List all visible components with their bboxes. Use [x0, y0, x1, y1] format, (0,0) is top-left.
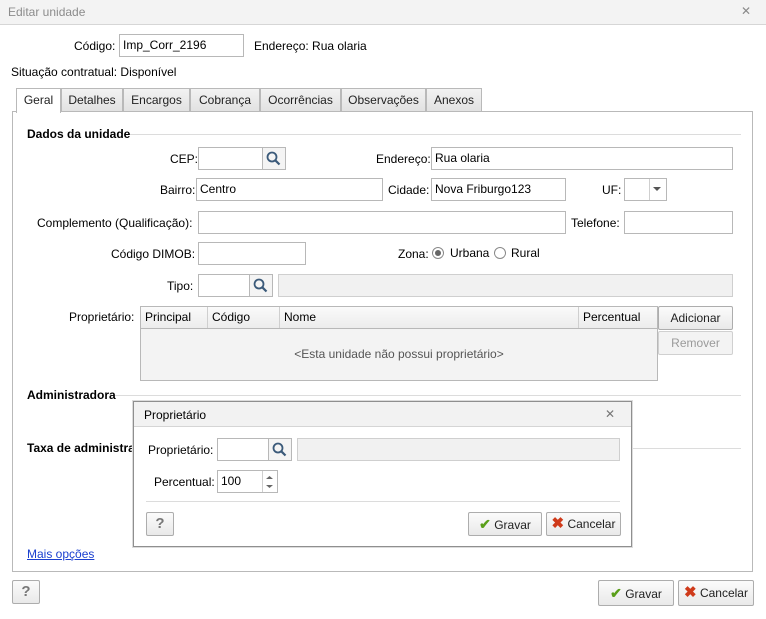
stepper-down-icon[interactable] — [265, 484, 274, 489]
help-icon: ? — [21, 583, 31, 600]
close-icon[interactable]: ✕ — [605, 407, 615, 421]
cep-search-button[interactable] — [262, 147, 286, 170]
tipo-input[interactable] — [198, 274, 250, 297]
cancelar-button[interactable]: ✖ Cancelar — [678, 580, 754, 606]
stepper-up-icon[interactable] — [265, 475, 274, 480]
window-title-bar: Editar unidade ✕ — [0, 0, 766, 25]
section-divider — [130, 134, 741, 135]
dados-section-title: Dados da unidade — [27, 127, 131, 141]
stepper-divider — [262, 471, 263, 492]
dialog-proprietario-description — [297, 438, 620, 461]
dialog-divider — [146, 501, 620, 502]
percentual-value: 100 — [221, 474, 242, 488]
taxa-title-clip: Taxa de administração — [27, 441, 133, 457]
administradora-section-title: Administradora — [27, 388, 116, 402]
tab-observacoes[interactable]: Observações — [341, 88, 426, 112]
zona-rural-radio[interactable] — [494, 247, 506, 259]
mais-opcoes-link[interactable]: Mais opções — [27, 547, 94, 561]
cancel-x-icon: ✖ — [684, 584, 697, 601]
tipo-description — [278, 274, 733, 297]
section-divider — [115, 395, 741, 396]
dimob-input[interactable] — [198, 242, 306, 265]
dimob-label: Código DIMOB: — [111, 247, 196, 261]
situacao-contratual: Situação contratual: Disponível — [11, 65, 177, 79]
gravar-label: Gravar — [625, 587, 662, 601]
telefone-label: Telefone: — [571, 216, 620, 230]
dialog-proprietario-label: Proprietário: — [148, 443, 214, 457]
proprietario-label: Proprietário: — [69, 310, 135, 324]
cancelar-label: Cancelar — [699, 586, 748, 600]
cidade-input[interactable]: Nova Friburgo123 — [431, 178, 566, 201]
dialog-proprietario-input[interactable] — [217, 438, 269, 461]
endereco-label: Endereço: — [376, 152, 431, 166]
tab-anexos[interactable]: Anexos — [426, 88, 482, 112]
dialog-title: Proprietário — [144, 408, 207, 422]
dialog-help-button[interactable]: ? — [146, 512, 174, 536]
section-divider — [632, 448, 741, 449]
codigo-label: Código: — [74, 39, 116, 53]
uf-label: UF: — [602, 183, 622, 197]
column-codigo[interactable]: Código — [208, 307, 280, 328]
tipo-search-button[interactable] — [249, 274, 273, 297]
bairro-label: Bairro: — [160, 183, 196, 197]
help-button[interactable]: ? — [12, 580, 40, 604]
proprietario-dialog: Proprietário ✕ Proprietário: Percentual:… — [133, 401, 632, 547]
gravar-button[interactable]: ✔ Gravar — [598, 580, 674, 606]
close-icon[interactable]: ✕ — [739, 4, 753, 18]
proprietario-grid[interactable]: Principal Código Nome Percentual <Esta u… — [140, 306, 658, 381]
search-icon — [253, 278, 268, 293]
search-icon — [266, 151, 281, 166]
zona-urbana-label: Urbana — [450, 246, 490, 260]
column-nome[interactable]: Nome — [280, 307, 579, 328]
search-icon — [272, 442, 287, 457]
tab-geral[interactable]: Geral — [16, 88, 61, 113]
column-principal[interactable]: Principal — [141, 307, 208, 328]
zona-rural-label: Rural — [511, 246, 540, 260]
endereco-input[interactable]: Rua olaria — [431, 147, 733, 170]
taxa-section-title: Taxa de administração — [27, 441, 133, 455]
bairro-input[interactable]: Centro — [196, 178, 383, 201]
grid-header: Principal Código Nome Percentual — [140, 306, 658, 329]
tipo-label: Tipo: — [167, 279, 194, 293]
dialog-cancelar-button[interactable]: ✖ Cancelar — [546, 512, 621, 536]
check-icon: ✔ — [479, 516, 491, 532]
cep-input[interactable] — [198, 147, 263, 170]
help-icon: ? — [155, 515, 165, 532]
dialog-title-bar: Proprietário ✕ — [134, 402, 631, 427]
tab-detalhes[interactable]: Detalhes — [61, 88, 123, 112]
window-title: Editar unidade — [8, 5, 86, 19]
complemento-label: Complemento (Qualificação): — [37, 216, 193, 230]
uf-select[interactable] — [624, 178, 667, 201]
percentual-label: Percentual: — [154, 475, 215, 489]
complemento-input[interactable] — [198, 211, 566, 234]
zona-label: Zona: — [398, 247, 429, 261]
grid-empty-message: <Esta unidade não possui proprietário> — [294, 347, 504, 361]
dialog-gravar-label: Gravar — [494, 518, 531, 532]
zona-urbana-radio[interactable] — [432, 247, 444, 259]
tab-encargos[interactable]: Encargos — [123, 88, 190, 112]
chevron-down-icon[interactable] — [652, 186, 662, 193]
percentual-stepper[interactable]: 100 — [217, 470, 278, 493]
remover-button[interactable]: Remover — [658, 331, 733, 355]
dialog-gravar-button[interactable]: ✔ Gravar — [468, 512, 542, 536]
column-percentual[interactable]: Percentual — [579, 307, 657, 328]
telefone-input[interactable] — [624, 211, 733, 234]
cidade-label: Cidade: — [388, 183, 430, 197]
dialog-proprietario-search-button[interactable] — [268, 438, 292, 461]
adicionar-button[interactable]: Adicionar — [658, 306, 733, 330]
tab-cobranca[interactable]: Cobrança — [190, 88, 260, 112]
codigo-input[interactable]: Imp_Corr_2196 — [119, 34, 244, 57]
dialog-cancelar-label: Cancelar — [567, 517, 616, 531]
cancel-x-icon: ✖ — [551, 515, 565, 532]
endereco-summary: Endereço: Rua olaria — [254, 39, 367, 53]
cep-label: CEP: — [170, 152, 199, 166]
uf-divider — [649, 179, 650, 200]
tab-ocorrencias[interactable]: Ocorrências — [260, 88, 341, 112]
check-icon: ✔ — [610, 585, 622, 601]
